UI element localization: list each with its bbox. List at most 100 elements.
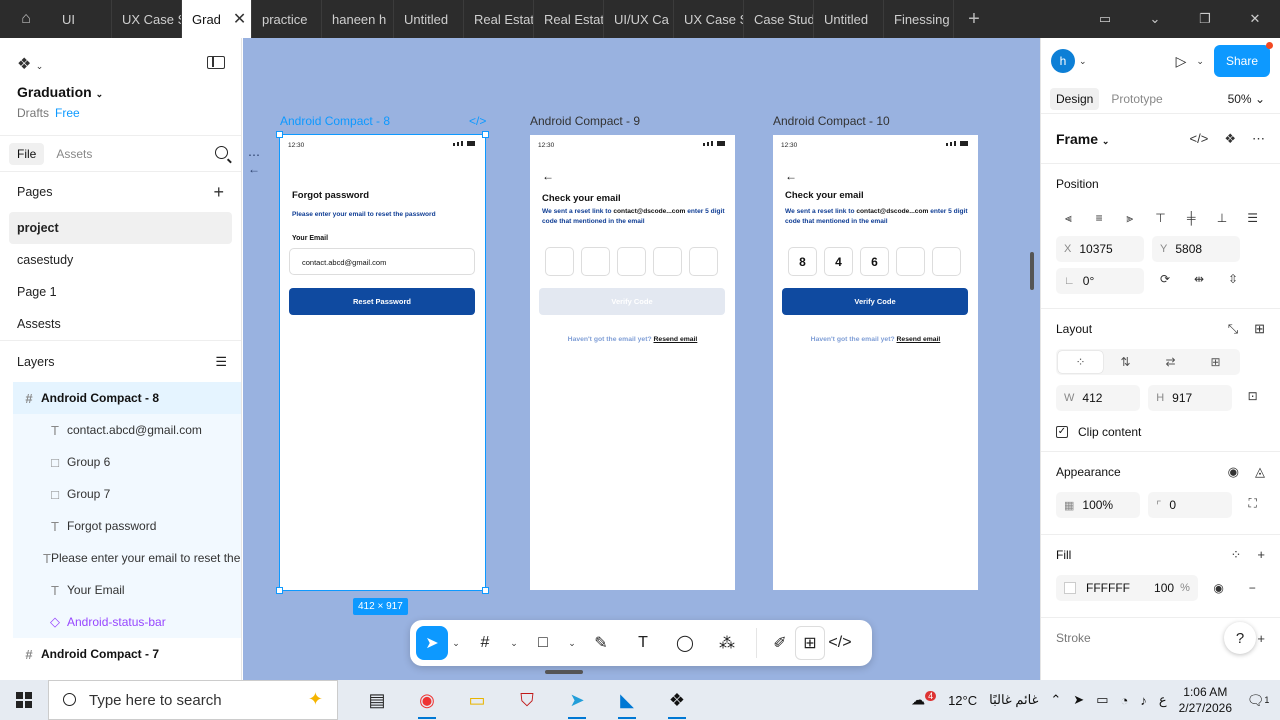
resize-handle[interactable] [482,131,489,138]
tab-design[interactable]: Design [1050,87,1100,110]
layer-item[interactable]: Tcontact.abcd@gmail.com [13,414,241,446]
vscode-icon[interactable]: ◣ [606,680,648,720]
styles-icon[interactable]: ⁘ [1231,547,1242,563]
layer-item[interactable]: □ Group 7 [13,478,241,510]
panel-icon[interactable]: ▭ [1080,0,1130,38]
layout-horizontal-icon[interactable]: ⇄ [1148,351,1193,373]
otp-digit-field[interactable] [617,247,646,276]
taskbar-search[interactable]: Type here to search ✦ [48,680,338,720]
share-button[interactable]: Share [1213,42,1274,77]
remove-fill-icon[interactable]: − [1239,577,1265,599]
independent-corners-icon[interactable]: ⛶ [1240,492,1265,514]
phone-frame-check-email-filled[interactable]: 12:30 ← Check your email We sent a reset… [773,135,978,590]
browser-tab[interactable]: UX Case S [112,0,182,38]
figma-logo-icon[interactable]: ❖ ⌄ [17,54,224,74]
y-field[interactable]: Y 5808 [1152,236,1240,262]
comment-tool-icon[interactable]: ◯ [664,626,706,660]
frame-label[interactable]: Android Compact - 10 [773,114,890,128]
align-left-icon[interactable]: ⫷ [1056,207,1081,229]
auto-layout-icon[interactable]: ⊞ [1254,321,1265,337]
otp-digit-field[interactable]: 8 [788,247,817,276]
chevron-down-icon[interactable]: ⌄ [448,626,464,660]
layout-grid-icon[interactable]: ⊞ [1193,351,1238,373]
layer-item[interactable]: ◇ Android-status-bar [13,606,241,638]
resize-handle[interactable] [482,587,489,594]
align-center-icon[interactable]: ≡ [1087,207,1112,229]
page-item[interactable]: Assests [0,308,241,340]
dev-mode-icon[interactable]: </> [469,114,486,128]
height-field[interactable]: H 917 [1148,385,1233,411]
move-tool-icon[interactable]: ➤ [416,626,448,660]
file-explorer-icon[interactable]: ▭ [456,680,498,720]
page-item[interactable]: project [9,212,232,244]
otp-digit-field[interactable] [896,247,925,276]
align-bottom-icon[interactable]: ⊥ [1210,207,1235,229]
add-stroke-icon[interactable]: + [1257,631,1265,646]
clock[interactable]: 1:06 AM 2/27/2026 [1179,684,1232,716]
rotation-field[interactable]: ∟ 0° [1056,268,1144,294]
blend-mode-icon[interactable]: ◬ [1255,464,1265,480]
chrome-icon[interactable]: ◉ [406,680,448,720]
tab-assets[interactable]: Assets [48,143,100,165]
back-arrow-icon[interactable]: ← [542,169,554,183]
draw-mode-icon[interactable]: ✐ [765,626,795,660]
design-mode-icon[interactable]: ⊞ [795,626,825,660]
align-right-icon[interactable]: ⫸ [1117,207,1142,229]
zoom-level[interactable]: 50% ⌄ [1228,92,1265,106]
flip-horizontal-icon[interactable]: ⇹ [1186,268,1212,290]
layer-item[interactable]: □ Group 6 [13,446,241,478]
layer-item[interactable]: TPlease enter your email to reset the pa… [13,542,241,574]
layout-vertical-icon[interactable]: ⇅ [1103,351,1148,373]
chevron-down-icon[interactable]: ⌄ [1079,56,1087,67]
sidebar-toggle-icon[interactable] [207,56,225,69]
resize-handle[interactable] [276,131,283,138]
frame-label[interactable]: Android Compact - 8 [280,114,390,128]
add-fill-icon[interactable]: + [1257,547,1265,563]
phone-frame-check-email[interactable]: 12:30 ← Check your email We sent a reset… [530,135,735,590]
browser-tab[interactable]: Grad ✕ [182,0,252,38]
browser-tab[interactable]: UI/UX Ca [604,0,674,38]
layers-sort-icon[interactable]: ☰ [215,354,227,370]
reset-password-button[interactable]: Reset Password [289,288,475,315]
email-field[interactable]: contact.abcd@gmail.com [289,248,475,275]
fill-color-field[interactable]: FFFFFF 100 % [1056,575,1198,601]
collapse-arrow-icon[interactable]: ⋯ ← [248,148,260,176]
browser-tab[interactable]: practice [252,0,322,38]
code-icon[interactable]: </> [1190,131,1209,147]
align-top-icon[interactable]: ⊤ [1148,207,1173,229]
verify-code-button[interactable]: Verify Code [782,288,968,315]
align-middle-icon[interactable]: ╪ [1179,207,1204,229]
otp-digit-field[interactable]: 6 [860,247,889,276]
rotate-icon[interactable]: ⟳ [1152,268,1178,290]
layer-frame-selected[interactable]: # Android Compact - 8 [13,382,241,414]
back-arrow-icon[interactable]: ← [785,169,797,183]
layer-frame[interactable]: # Android Compact - 7 [0,638,241,670]
language-indicator[interactable]: ع [1159,692,1167,708]
new-tab-button[interactable]: + [954,8,994,31]
browser-tab[interactable]: Real Estat [464,0,534,38]
browser-tab[interactable]: haneen h [322,0,394,38]
collapse-icon[interactable]: ⤡ [1228,321,1238,337]
browser-tab[interactable]: UI [52,0,112,38]
chevron-up-icon[interactable]: ⌃ [1050,692,1061,708]
battery-icon[interactable]: ▭ [1096,692,1108,708]
eye-icon[interactable]: ◉ [1206,577,1232,599]
otp-digit-field[interactable] [689,247,718,276]
weather-icon[interactable]: ☁ 4 [911,691,937,709]
project-title[interactable]: Graduation ⌄ [17,84,224,100]
flip-vertical-icon[interactable]: ⇳ [1220,268,1246,290]
text-tool-icon[interactable]: T [622,626,664,660]
wifi-icon[interactable]: ◔ [1120,693,1128,708]
clip-content-checkbox[interactable]: ✓ Clip content [1056,417,1265,447]
distribute-icon[interactable]: ☰ [1240,207,1265,229]
eye-icon[interactable]: ◉ [1228,464,1239,480]
mcafee-icon[interactable]: ⛉ [506,680,548,720]
chevron-down-icon[interactable]: ⌄ [1130,0,1180,38]
help-button[interactable]: ? [1224,622,1256,654]
search-icon[interactable] [215,146,228,159]
frame-tool-icon[interactable]: # [464,626,506,660]
chevron-down-icon[interactable]: ⌄ [506,626,522,660]
corner-radius-field[interactable]: ⌜ 0 [1148,492,1233,518]
frame-type[interactable]: Frame ⌄ [1056,131,1109,147]
frame-label[interactable]: Android Compact - 9 [530,114,640,128]
